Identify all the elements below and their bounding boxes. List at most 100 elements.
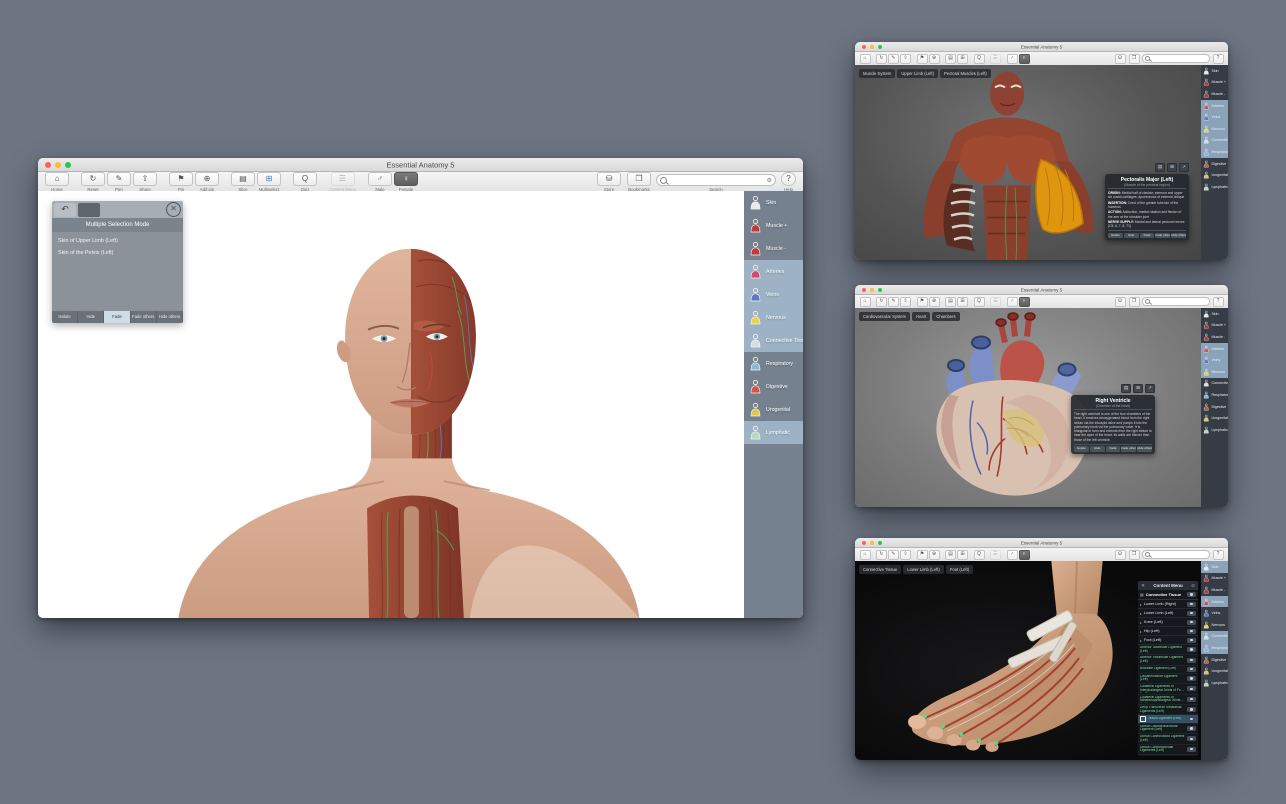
visibility-toggle[interactable] [1187, 657, 1196, 663]
system-button[interactable]: Respiratory [1201, 146, 1228, 158]
popup-control-icon[interactable]: ⊞ [1167, 163, 1177, 172]
toolbar-button[interactable]: ⚑ [916, 549, 928, 560]
system-button[interactable]: Urogenital [1201, 665, 1228, 677]
content-menu-item[interactable]: Dorsal Cuboideonavicular Ligament (Left) [1138, 724, 1198, 735]
visibility-toggle[interactable] [1187, 725, 1196, 731]
visibility-toggle[interactable] [1187, 716, 1196, 722]
toolbar-button[interactable]: ♂ [1006, 549, 1018, 560]
visibility-toggle[interactable] [1187, 610, 1196, 616]
store-button[interactable]: ⛁ [1114, 53, 1126, 64]
search-input[interactable] [669, 176, 765, 184]
popup-control-icon[interactable]: ⊞ [1133, 384, 1143, 393]
system-button[interactable]: Nervous [1201, 122, 1228, 135]
breadcrumb-tag[interactable]: Pectoral Muscles (Left) [939, 69, 991, 78]
bookmarks-button[interactable]: ❐ [1128, 549, 1140, 560]
selection-action-button[interactable]: Hide others [157, 311, 183, 323]
system-button[interactable]: Veins [1201, 354, 1228, 366]
content-menu-item[interactable]: Collateral Ligaments of Metatarsophalang… [1138, 695, 1198, 705]
bookmarks-button[interactable]: ❐ [1128, 296, 1140, 307]
popup-action-button[interactable]: Isolate [1108, 232, 1123, 239]
system-button[interactable]: Connective Tissue [1201, 378, 1228, 390]
visibility-toggle[interactable] [1187, 707, 1196, 713]
system-button[interactable]: Muscle - [1201, 331, 1228, 343]
system-button[interactable]: Arteries [1201, 342, 1228, 355]
toolbar-button[interactable]: ⊕ Add pin [195, 172, 219, 192]
breadcrumb-tag[interactable]: Muscle System [859, 69, 896, 78]
content-menu-item[interactable]: Deep Transverse Metatarsal Ligaments (Le… [1138, 705, 1198, 716]
system-button[interactable]: Muscle - [1201, 584, 1228, 596]
system-button[interactable]: Connective Tissue [744, 329, 803, 352]
breadcrumb-tag[interactable]: Connective Tissue [859, 565, 902, 574]
visibility-toggle[interactable] [1187, 696, 1196, 702]
anatomy-3d-viewport[interactable]: ↶ ✕ Multiple Selection Mode Skin of Uppe… [38, 191, 744, 618]
system-button[interactable]: Skin [1201, 561, 1228, 573]
visibility-toggle[interactable] [1187, 675, 1196, 681]
system-button[interactable]: Lymphatic [744, 421, 803, 444]
toolbar-button[interactable]: ⊕ [928, 549, 940, 560]
toolbar-button[interactable]: ☰ [990, 53, 1001, 64]
toolbar-button[interactable]: ⌂ [859, 53, 871, 64]
toolbar-button[interactable]: Q [973, 549, 985, 560]
system-button[interactable]: Veins [1201, 607, 1228, 619]
content-menu-root[interactable]: ▦ Connective Tissue [1138, 590, 1198, 600]
help-button[interactable]: ? [1212, 296, 1224, 307]
breadcrumb-tag[interactable]: Heart [912, 312, 931, 321]
selected-structure[interactable]: Skin of the Pelvis (Left) [52, 246, 183, 258]
popup-action-button[interactable]: Fade [1105, 446, 1121, 452]
anatomy-3d-viewport[interactable]: Connective Tissue Lower Limb (Left) Foot (… [855, 561, 1201, 760]
toolbar-button[interactable]: Q Quiz [293, 172, 317, 192]
system-button[interactable]: Muscle - [1201, 88, 1228, 100]
toolbar-button[interactable]: ⊕ [928, 296, 940, 307]
toolbar-button[interactable]: ⊞ [957, 53, 968, 64]
system-button[interactable]: Muscle + [1201, 77, 1228, 89]
store-button[interactable]: ⛁ [1114, 296, 1126, 307]
content-menu-group[interactable]: ▸ Foot (Left) [1138, 636, 1198, 645]
toolbar-button[interactable]: ♂ [1006, 53, 1018, 64]
visibility-toggle[interactable] [1187, 666, 1196, 672]
toolbar-button[interactable]: ✎ [888, 296, 899, 307]
popup-control-icon[interactable]: ▤ [1121, 384, 1131, 393]
breadcrumb-tag[interactable]: Lower Limb (Left) [903, 565, 944, 574]
search-box[interactable] [1142, 297, 1210, 306]
content-menu-group[interactable]: ▸ Lower Limb (Right) [1138, 600, 1198, 609]
search-box[interactable] [1142, 550, 1210, 559]
toolbar-button[interactable]: ▤ Slice [231, 172, 255, 192]
system-button[interactable]: Lymphatic [1201, 424, 1228, 436]
system-button[interactable]: Muscle + [744, 214, 803, 237]
system-button[interactable]: Skin [744, 191, 803, 214]
toolbar-button[interactable]: ⚑ Pin [169, 172, 193, 192]
anatomy-3d-viewport[interactable]: Muscle System Upper Limb (Left) Pectoral M… [855, 65, 1201, 260]
visibility-toggle[interactable] [1187, 619, 1196, 625]
system-button[interactable]: Muscle - [744, 237, 803, 260]
system-button[interactable]: Lymphatic [1201, 677, 1228, 689]
gear-icon[interactable]: ⚙ [767, 177, 772, 184]
bookmarks-button[interactable]: ❐ [1128, 53, 1140, 64]
system-button[interactable]: Arteries [1201, 595, 1228, 608]
popup-control-icon[interactable]: ↗ [1145, 384, 1155, 393]
toolbar-button[interactable]: ⊞ [957, 549, 968, 560]
breadcrumb-tag[interactable]: Upper Limb (Left) [897, 69, 938, 78]
system-button[interactable]: Respiratory [1201, 389, 1228, 401]
selection-action-button[interactable]: Fade others [131, 311, 157, 323]
system-button[interactable]: Nervous [1201, 365, 1228, 378]
content-menu-item[interactable]: Calcaneofibular Ligament (Left) [1138, 674, 1198, 685]
system-button[interactable]: Digestive [1201, 654, 1228, 666]
toolbar-button[interactable]: ♀ [1018, 53, 1030, 64]
content-menu-group[interactable]: ▸ Lower Limb (Left) [1138, 609, 1198, 618]
toolbar-button[interactable]: ✎ [888, 549, 899, 560]
help-button[interactable]: ? [1212, 549, 1224, 560]
search-box[interactable] [1142, 54, 1210, 63]
content-menu-item[interactable]: Dorsal Cuneonavicular Ligaments (Left) [1138, 745, 1198, 755]
toolbar-button[interactable]: ✎ [888, 53, 899, 64]
toolbar-button[interactable]: ♂ [1006, 296, 1018, 307]
toolbar-button[interactable]: ▤ [945, 296, 956, 307]
content-menu-item[interactable]: Dorsal Cuneocuboid Ligament (Left) [1138, 734, 1198, 745]
toolbar-button[interactable]: ↻ [876, 296, 887, 307]
visibility-toggle[interactable] [1187, 637, 1196, 643]
system-button[interactable]: Urogenital [1201, 169, 1228, 181]
visibility-toggle[interactable] [1187, 647, 1196, 653]
system-button[interactable]: Arteries [1201, 99, 1228, 112]
system-button[interactable]: Nervous [1201, 619, 1228, 631]
system-button[interactable]: Muscle + [1201, 320, 1228, 332]
toolbar-button[interactable]: ♂ Male [368, 172, 392, 192]
